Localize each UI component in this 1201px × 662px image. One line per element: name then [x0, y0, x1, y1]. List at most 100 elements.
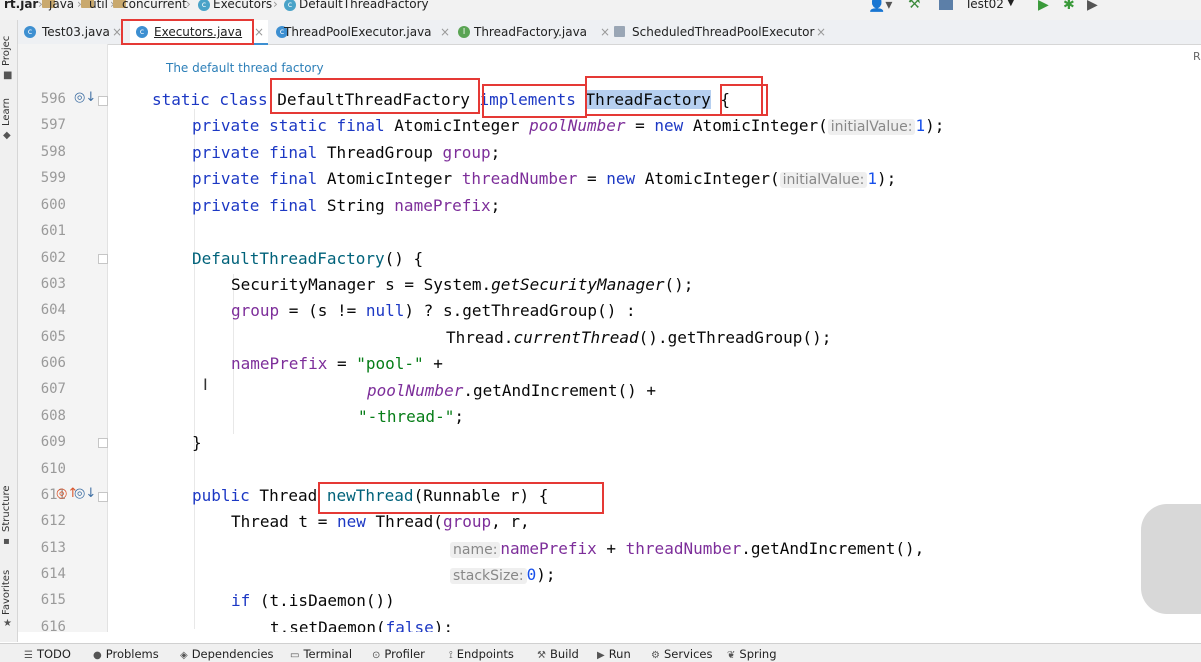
text-cursor-icon: I [203, 375, 208, 394]
line-number: 608 [40, 408, 66, 424]
chevron-down-icon: ▼ [1007, 0, 1015, 8]
code-line-597: private static final AtomicInteger poolN… [192, 116, 945, 135]
star-icon: ★ [3, 618, 12, 629]
code-line-608: "-thread-"; [358, 407, 464, 426]
breadcrumb-concurrent[interactable]: concurrent [122, 0, 187, 11]
tool-profiler[interactable]: ⊙ Profiler [372, 647, 425, 661]
parameter-hint: stackSize: [450, 568, 527, 584]
parameter-hint: initialValue: [827, 119, 916, 135]
coverage-icon[interactable]: ▶ [1087, 0, 1098, 13]
class-file-icon [614, 26, 625, 37]
code-line-600: private final String namePrefix; [192, 196, 501, 215]
run-configuration-dropdown[interactable]: Test02 ▼ [935, 0, 1025, 13]
line-number: 607 [40, 381, 66, 397]
code-line-609: } [192, 433, 202, 452]
breadcrumb-java[interactable]: java [49, 0, 74, 11]
code-line-598: private final ThreadGroup group; [192, 143, 501, 162]
tool-todo[interactable]: ☰ TODO [24, 647, 71, 661]
code-line-613: name: namePrefix + threadNumber.getAndInc… [450, 536, 924, 562]
floating-overlay-button[interactable] [1141, 504, 1201, 614]
line-number: 597 [40, 117, 66, 133]
line-number: 609 [40, 434, 66, 450]
breadcrumb-rt-jar[interactable]: rt.jar [4, 0, 38, 11]
code-line-607: poolNumber.getAndIncrement() + [367, 381, 656, 400]
interface-icon: I [458, 26, 470, 38]
line-number: 605 [40, 329, 66, 345]
tab-label: ScheduledThreadPoolExecutor [632, 25, 815, 39]
code-line-615: if (t.isDaemon()) [231, 591, 395, 610]
bottom-tool-bar: ☰ TODO ● Problems ◈ Dependencies ▭ Terminal … [0, 643, 1201, 662]
close-icon[interactable]: × [254, 20, 264, 44]
tool-run[interactable]: ▶ Run [597, 647, 631, 661]
code-line-605: Thread.currentThread().getThreadGroup(); [446, 328, 832, 347]
line-number: 596 [40, 91, 66, 107]
code-line-616: t.setDaemon(false); [270, 618, 454, 632]
user-icon[interactable]: 👤▾ [868, 0, 892, 13]
structure-icon: ▪ [3, 536, 10, 547]
fold-marker[interactable] [98, 96, 108, 106]
fold-marker[interactable] [98, 438, 108, 448]
run-config-label: Test02 [965, 0, 1004, 11]
tool-window-structure[interactable]: Structure ▪ [0, 480, 17, 550]
parameter-hint: initialValue: [779, 172, 868, 188]
warning-icon: ● [93, 650, 102, 661]
list-icon: ☰ [24, 650, 33, 661]
tool-window-project[interactable]: Projec ■ [0, 26, 17, 86]
class-icon: c [198, 0, 210, 11]
code-line-612: Thread t = new Thread(group, r, [231, 512, 530, 531]
tool-window-label: Learn [1, 98, 12, 126]
close-icon[interactable]: × [112, 20, 122, 44]
code-editor[interactable]: R The default thread factory static clas… [108, 44, 1201, 632]
close-icon[interactable]: × [440, 20, 450, 44]
editor-tab-bar: c Test03.java × c Executors.java × c Thr… [18, 20, 1201, 45]
tool-window-learn[interactable]: Learn ◆ [0, 96, 17, 146]
run-icon[interactable]: ▶ [1038, 0, 1049, 13]
close-icon[interactable]: × [816, 20, 826, 44]
gear-icon: ⚙ [651, 650, 660, 661]
tool-terminal[interactable]: ▭ Terminal [290, 647, 352, 661]
hammer-icon[interactable]: ⚒ [908, 0, 921, 12]
line-number: 612 [40, 513, 66, 529]
tool-window-label: Favorites [1, 569, 12, 615]
implementations-marker-icon[interactable]: ◎↓ [74, 486, 96, 501]
run-icon: ▶ [597, 650, 605, 661]
line-number: 615 [40, 592, 66, 608]
tab-threadpoolexecutor[interactable]: c ThreadPoolExecutor.java × [270, 20, 458, 44]
code-line-614: stackSize: 0); [450, 562, 556, 588]
reader-mode-mark[interactable]: R [1193, 50, 1201, 63]
debug-icon[interactable]: ✱ [1063, 0, 1075, 13]
endpoints-icon: ⟟ [449, 650, 453, 661]
fold-marker[interactable] [98, 254, 108, 264]
code-line-602: DefaultThreadFactory() { [192, 249, 424, 268]
tool-endpoints[interactable]: ⟟ Endpoints [449, 647, 514, 661]
breadcrumb-util[interactable]: util [89, 0, 108, 11]
tab-executors[interactable]: c Executors.java × [130, 20, 268, 45]
line-number: 616 [40, 619, 66, 635]
tool-problems[interactable]: ● Problems [93, 647, 159, 661]
class-icon: c [136, 26, 148, 38]
line-number: 610 [40, 461, 66, 477]
tool-spring[interactable]: ❦ Spring [727, 647, 777, 661]
class-icon: c [24, 26, 36, 38]
editor-gutter[interactable]: 596 597 598 599 600 601 602 603 604 605 … [18, 44, 108, 635]
tab-scheduledthreadpoolexecutor[interactable]: ScheduledThreadPoolExecutor × [608, 20, 828, 44]
line-number: 603 [40, 276, 66, 292]
line-number: 601 [40, 223, 66, 239]
breadcrumb-executors[interactable]: Executors [213, 0, 272, 11]
breadcrumb-default-thread-factory[interactable]: DefaultThreadFactory [299, 0, 429, 11]
tool-services[interactable]: ⚙ Services [651, 647, 712, 661]
tool-window-favorites[interactable]: Favorites ★ [0, 565, 17, 635]
config-icon [939, 0, 953, 10]
tool-window-label: Structure [1, 485, 12, 532]
breadcrumb-separator: › [273, 0, 278, 11]
tab-test03[interactable]: c Test03.java × [18, 20, 122, 44]
fold-marker[interactable] [98, 492, 108, 502]
implements-marker-icon[interactable]: ◎↓ [74, 90, 96, 105]
tool-dependencies[interactable]: ◈ Dependencies [180, 647, 274, 661]
tab-threadfactory[interactable]: I ThreadFactory.java × [452, 20, 610, 44]
navigation-bar: rt.jar › java › util › concurrent › c Ex… [0, 0, 1201, 20]
code-line-596: static class DefaultThreadFactory implem… [152, 90, 730, 109]
tool-build[interactable]: ⚒ Build [537, 647, 579, 661]
tab-label: ThreadFactory.java [474, 25, 588, 39]
breadcrumb-separator: › [186, 0, 191, 11]
